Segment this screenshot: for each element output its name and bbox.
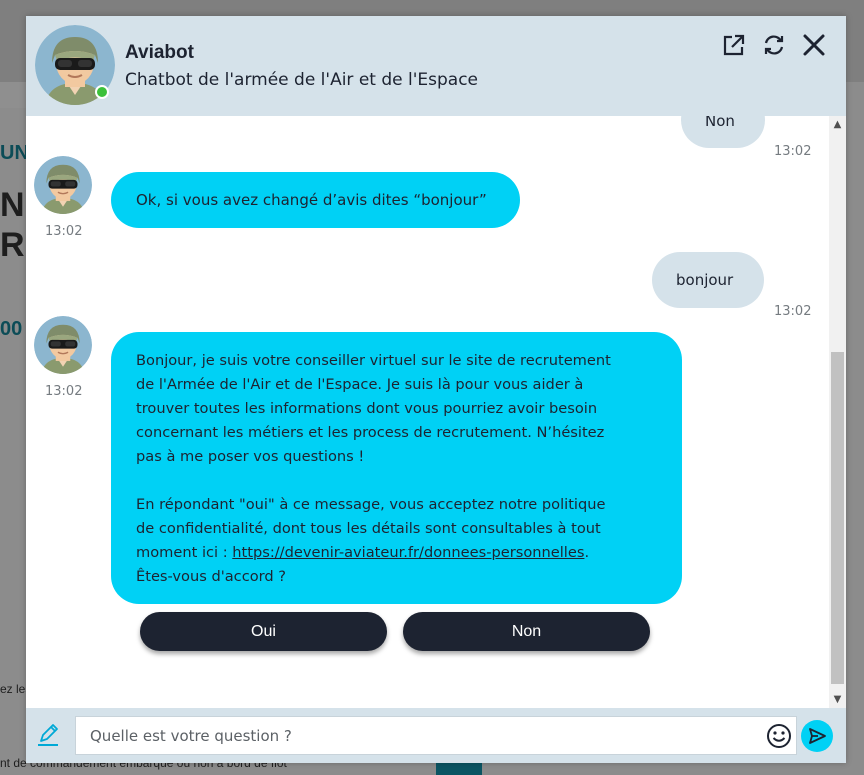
bot-name: Aviabot (125, 42, 194, 63)
pencil-icon (38, 724, 58, 746)
message-text: Non (705, 116, 735, 130)
pilot-avatar-icon (34, 316, 92, 374)
message-text: bonjour (676, 271, 734, 289)
smiley-icon (767, 724, 791, 748)
message-line: Bonjour, je suis votre conseiller virtue… (136, 352, 611, 369)
chat-header: Aviabot Chatbot de l'armée de l'Air et d… (26, 16, 846, 116)
message-scrollbar[interactable]: ▲ ▼ (829, 116, 846, 708)
bot-subtitle: Chatbot de l'armée de l'Air et de l'Espa… (125, 70, 479, 90)
message-line: Êtes-vous d'accord ? (136, 568, 287, 585)
refresh-icon (764, 35, 784, 55)
bot-avatar-small (34, 316, 92, 374)
quick-reply-non-button[interactable]: Non (403, 612, 650, 651)
scrollbar-thumb[interactable] (831, 352, 844, 684)
chat-window: Aviabot Chatbot de l'armée de l'Air et d… (26, 16, 846, 763)
message-time: 13:02 (45, 384, 83, 399)
link-suffix: . (584, 544, 590, 561)
background-button (436, 762, 482, 775)
message-line: concernant les métiers et les process de… (136, 424, 605, 441)
question-input[interactable] (90, 717, 760, 754)
close-button[interactable] (801, 32, 827, 58)
refresh-button[interactable] (761, 32, 787, 58)
message-line: pas à me poser vos questions ! (136, 448, 365, 465)
background-fragment: UN (0, 142, 29, 164)
send-icon (809, 728, 826, 744)
message-text: Bonjour, je suis votre conseiller virtue… (136, 349, 611, 589)
external-link-icon (723, 34, 745, 56)
bot-message-bubble: Bonjour, je suis votre conseiller virtue… (111, 332, 682, 604)
scroll-up-icon[interactable]: ▲ (832, 119, 843, 130)
message-text: Ok, si vous avez changé d’avis dites “bo… (136, 191, 487, 209)
message-line-start: moment ici : (136, 544, 233, 561)
bot-message-bubble: Ok, si vous avez changé d’avis dites “bo… (111, 172, 520, 228)
message-line: En répondant "oui" à ce message, vous ac… (136, 496, 606, 513)
scroll-down-icon[interactable]: ▼ (832, 694, 843, 705)
send-button[interactable] (801, 720, 833, 752)
user-message-bubble: bonjour (652, 252, 764, 308)
privacy-policy-link[interactable]: https://devenir-aviateur.fr/donnees-pers… (232, 544, 584, 561)
background-fragment: 00 (0, 318, 23, 340)
message-time: 13:02 (45, 224, 83, 239)
user-message-bubble: Non (681, 116, 765, 148)
message-line: trouver toutes les informations dont vou… (136, 400, 598, 417)
question-input-box[interactable] (75, 716, 797, 755)
message-line: de l'Armée de l'Air et de l'Espace. Je s… (136, 376, 584, 393)
emoji-button[interactable] (766, 723, 792, 749)
close-icon (803, 34, 825, 56)
message-line: de confidentialité, dont tous les détail… (136, 520, 601, 537)
message-time: 13:02 (774, 304, 812, 319)
online-status-dot (95, 85, 109, 99)
message-line: moment ici : https://devenir-aviateur.fr… (136, 541, 611, 565)
bot-avatar-small (34, 156, 92, 214)
message-list[interactable]: Non 13:02 13:02 Ok, si vous avez changé … (26, 116, 830, 708)
open-external-button[interactable] (721, 32, 747, 58)
quick-reply-oui-button[interactable]: Oui (140, 612, 387, 651)
input-bar (26, 708, 846, 763)
compose-button[interactable] (35, 722, 61, 748)
pilot-avatar-icon (34, 156, 92, 214)
message-time: 13:02 (774, 144, 812, 159)
